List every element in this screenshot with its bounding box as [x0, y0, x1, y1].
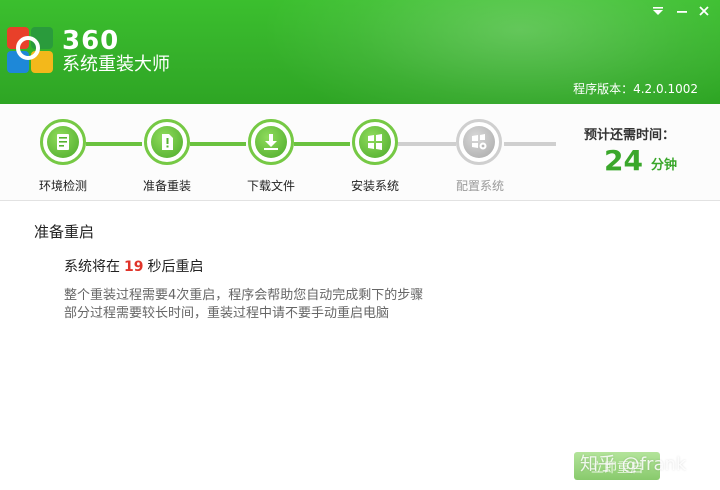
menu-down-icon[interactable]: [648, 2, 668, 20]
eta-label: 预计还需时间：: [584, 128, 676, 143]
step-connector: [398, 142, 456, 146]
description-line: 整个重装过程需要4次重启，程序会帮助您自动完成剩下的步骤: [64, 288, 424, 303]
version-label: 程序版本：4.2.0.1002: [573, 82, 698, 96]
app-header: 360 系统重装大师 程序版本：4.2.0.1002: [0, 0, 720, 104]
eta-unit: 分钟: [651, 158, 678, 173]
step-label: 配置系统: [455, 179, 504, 193]
download-icon: [248, 119, 294, 165]
watermark: 知乎 @frank: [580, 454, 687, 475]
brand-name: 系统重装大师: [62, 54, 170, 75]
environment-check-icon: [40, 119, 86, 165]
step-label: 下载文件: [246, 179, 295, 193]
page-title: 准备重启: [34, 223, 95, 241]
progress-steps: 环境检测 准备重装 下载文件 安装系统 配置系统 预计还需时间： 24 分钟: [0, 104, 720, 201]
prepare-reinstall-icon: [144, 119, 190, 165]
eta-value: 24: [604, 144, 643, 177]
restart-seconds: 19: [124, 259, 144, 275]
step-connector: [504, 142, 556, 146]
configure-system-icon: [456, 119, 502, 165]
step-connector: [86, 142, 142, 146]
install-system-icon: [352, 119, 398, 165]
description-line: 部分过程需要较长时间，重装过程中请不要手动重启电脑: [64, 306, 390, 321]
brand-number: 360: [62, 26, 120, 56]
app-logo-icon: [7, 27, 53, 73]
step-label: 环境检测: [38, 179, 87, 193]
close-icon[interactable]: [694, 2, 714, 20]
step-label: 安装系统: [350, 179, 399, 193]
restart-suffix: 秒后重启: [147, 259, 204, 275]
step-label: 准备重装: [142, 179, 191, 193]
step-connector: [190, 142, 246, 146]
step-connector: [294, 142, 350, 146]
restart-countdown: 系统将在 19 秒后重启: [64, 256, 203, 276]
minimize-icon[interactable]: [672, 2, 692, 20]
restart-prefix: 系统将在: [64, 259, 120, 275]
